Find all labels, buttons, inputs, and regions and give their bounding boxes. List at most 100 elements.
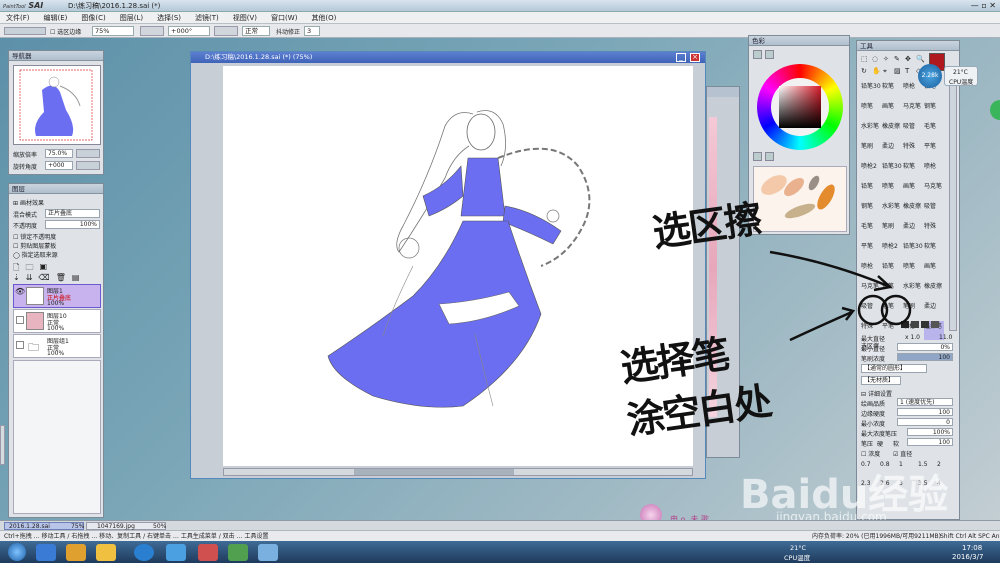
zoom-select[interactable]: 75% <box>92 26 134 36</box>
brush-slot[interactable]: 画笔 <box>924 261 944 280</box>
tools-scrollbar[interactable] <box>949 81 957 331</box>
brush-slot[interactable]: 水彩笔 <box>861 121 881 140</box>
brush-slot[interactable]: 钢笔 <box>861 201 881 220</box>
brush-shape-button[interactable] <box>931 321 939 328</box>
new-mask-icon[interactable]: ▣ <box>39 262 47 272</box>
brush-slot[interactable]: 毛笔 <box>924 121 944 140</box>
selection-source-checkbox[interactable]: ◯ 指定选取来源 <box>13 250 58 259</box>
menu-other[interactable]: 其他(O) <box>311 13 336 23</box>
brush-slot[interactable]: 喷枪 <box>924 161 944 180</box>
taskbar-app-icon[interactable] <box>198 544 218 561</box>
doc-close-button[interactable]: × <box>690 53 700 62</box>
saturation-value-square[interactable] <box>779 86 821 128</box>
selection-edge-checkbox[interactable]: ☐ 选区边缘 <box>50 27 81 36</box>
layer-row[interactable]: 🗀 图层组1 正常 100% <box>13 334 101 358</box>
quality-select[interactable]: 1 (速度优先) <box>897 398 953 406</box>
taskbar-app-icon[interactable] <box>258 544 278 561</box>
brush-texture-select[interactable]: 【无材质】 <box>861 376 901 385</box>
brush-slot[interactable]: 笔刷 <box>861 141 881 160</box>
new-layer-icon[interactable]: 🗋 <box>13 262 19 272</box>
max-diameter-value[interactable]: 11.0 <box>939 334 952 341</box>
rect-select-icon[interactable]: ⬚ <box>861 55 870 65</box>
text-icon[interactable]: T <box>905 67 914 78</box>
brush-slot[interactable]: 软笔 <box>882 81 902 100</box>
brush-slot[interactable]: 铅笔30 <box>861 81 881 100</box>
brush-slot[interactable]: 平笔 <box>924 141 944 160</box>
delete-layer-icon[interactable]: 🗑 <box>56 273 66 283</box>
visibility-eye-icon[interactable]: 👁 <box>15 287 25 296</box>
brush-slot[interactable]: 水彩笔 <box>882 201 902 220</box>
zoom-icon[interactable]: 🔍 <box>916 55 925 65</box>
layer-row[interactable]: 图层10 正常 100% <box>13 309 101 333</box>
taskbar-chrome-icon[interactable] <box>66 544 86 561</box>
eyedropper-icon[interactable]: ⌖ <box>883 67 892 78</box>
navigator-preview[interactable] <box>13 65 101 145</box>
menu-image[interactable]: 图像(C) <box>81 13 105 23</box>
brush-slot[interactable]: 笔刷 <box>882 221 902 240</box>
clear-layer-icon[interactable]: ⌫ <box>38 273 49 283</box>
color-wheel[interactable] <box>757 64 843 150</box>
color-reset-button[interactable] <box>765 152 774 161</box>
pressure-slider[interactable]: 100 <box>907 438 953 446</box>
blend-mode-select[interactable]: 正片叠底 <box>45 209 100 218</box>
nav-zoom-value[interactable]: 75.0% <box>45 149 73 158</box>
file-tab[interactable]: 2016.1.28.sai 75% <box>4 522 84 530</box>
clock-time[interactable]: 17:08 <box>962 544 982 552</box>
nav-angle-value[interactable]: +000 <box>45 161 73 170</box>
brush-slot[interactable]: 画笔 <box>903 181 923 200</box>
nav-angle-buttons[interactable] <box>76 161 100 170</box>
max-pressure-slider[interactable]: 100% <box>907 428 953 436</box>
merge-all-icon[interactable]: ⇊ <box>26 273 33 283</box>
file-tab[interactable]: 1047169.jpg 50% <box>86 522 166 530</box>
pen-tip-icon[interactable]: ✎ <box>894 55 903 65</box>
layer-fill-icon[interactable]: ▤ <box>72 273 80 283</box>
brush-slot[interactable]: 吸管 <box>924 201 944 220</box>
menu-view[interactable]: 视图(V) <box>233 13 257 23</box>
cpu-temp-badge[interactable]: 2.28k <box>918 64 942 88</box>
menu-filter[interactable]: 滤镜(T) <box>195 13 219 23</box>
left-scroll-handle[interactable] <box>0 425 5 465</box>
rotation-buttons[interactable] <box>214 26 238 36</box>
color-mode-button[interactable] <box>753 50 762 59</box>
nav-zoom-buttons[interactable] <box>76 149 100 158</box>
brush-slot[interactable]: 柔边 <box>903 221 923 240</box>
move-icon[interactable]: ✥ <box>905 55 914 65</box>
clock-date[interactable]: 2016/3/7 <box>952 553 983 561</box>
visibility-box[interactable] <box>16 316 24 324</box>
brush-slot[interactable]: 吸管 <box>903 121 923 140</box>
start-button[interactable] <box>8 543 26 561</box>
brush-slot[interactable]: 软笔 <box>903 161 923 180</box>
brush-slot[interactable]: 软笔 <box>924 241 944 260</box>
menu-edit[interactable]: 编辑(E) <box>44 13 68 23</box>
detail-settings-toggle[interactable]: ⊟ 详细设置 <box>861 389 892 398</box>
color-swap-button[interactable] <box>753 152 762 161</box>
selection-tools-icons[interactable] <box>4 27 46 35</box>
stabilizer-select[interactable]: 3 <box>304 26 320 36</box>
doc-minimize-button[interactable]: _ <box>676 53 686 62</box>
lasso-icon[interactable]: ◌ <box>872 55 881 65</box>
horizontal-scroll-thumb[interactable] <box>354 469 514 475</box>
brush-slot[interactable]: 马克笔 <box>903 101 923 120</box>
side-widget-tab[interactable] <box>990 100 1000 120</box>
brush-slot[interactable]: 铅笔30 <box>882 161 902 180</box>
taskbar-k-icon[interactable] <box>134 544 154 561</box>
menu-layer[interactable]: 图层(L) <box>120 13 143 23</box>
scratch-pad[interactable] <box>753 166 847 232</box>
brush-slot[interactable]: 毛笔 <box>861 221 881 240</box>
layer-row[interactable]: 👁 图层1 正片叠底 100% <box>13 284 101 308</box>
brush-slot[interactable]: 铅笔 <box>861 181 881 200</box>
brush-slot[interactable]: 画笔 <box>882 101 902 120</box>
brush-slot[interactable]: 喷笔 <box>861 101 881 120</box>
brush-slot[interactable]: 马克笔 <box>924 181 944 200</box>
visibility-box[interactable] <box>16 341 24 349</box>
taskbar-bird-icon[interactable] <box>166 544 186 561</box>
pressure-diameter-checkbox[interactable]: ☑ 直径 <box>893 449 912 458</box>
brush-shape-select[interactable]: 【通常的圆形】 <box>861 364 927 373</box>
brush-slot[interactable]: 特殊 <box>903 141 923 160</box>
new-folder-icon[interactable]: 🗀 <box>25 262 33 272</box>
brush-slot[interactable]: 橡皮擦 <box>882 121 902 140</box>
fill-icon[interactable]: ▨ <box>894 67 903 78</box>
edge-hardness-slider[interactable]: 100 <box>897 408 953 416</box>
menu-file[interactable]: 文件(F) <box>6 13 30 23</box>
brush-slot[interactable]: 橡皮擦 <box>924 281 944 300</box>
